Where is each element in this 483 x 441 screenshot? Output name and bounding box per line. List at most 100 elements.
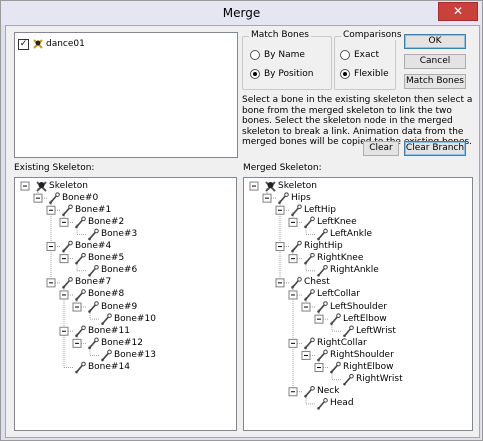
- bone-icon: [317, 264, 328, 277]
- tree-node-label[interactable]: Bone#10: [114, 314, 156, 325]
- tree-node-label[interactable]: Bone#2: [88, 217, 124, 228]
- tree-node-label[interactable]: Neck: [317, 386, 339, 397]
- tree-node-label[interactable]: Bone#7: [75, 277, 111, 288]
- ok-button[interactable]: OK: [404, 34, 466, 49]
- merge-dialog: Merge ✕ ✓ dance01 Match Bones By Name By…: [0, 0, 483, 441]
- tree-node-label[interactable]: LeftElbow: [343, 314, 387, 325]
- collapse-toggle-icon[interactable]: [46, 278, 56, 288]
- skeleton-icon: [36, 181, 47, 192]
- collapse-toggle-icon[interactable]: [33, 193, 43, 203]
- tree-node-label[interactable]: LeftKnee: [317, 217, 357, 228]
- existing-skeleton-tree[interactable]: Skeleton Bone#0 Bone#1 Bone#2 Bone#3 Bone#4 Bo…: [14, 177, 237, 431]
- collapse-toggle-icon[interactable]: [46, 242, 56, 252]
- tree-node-label[interactable]: RightCollar: [317, 338, 367, 349]
- tree-node-label[interactable]: RightAnkle: [330, 265, 379, 276]
- radio-label: By Position: [264, 69, 314, 79]
- collapse-toggle-icon[interactable]: [275, 242, 285, 252]
- tree-node-label[interactable]: Bone#11: [88, 326, 130, 337]
- collapse-toggle-icon[interactable]: [288, 290, 298, 300]
- radio-circle[interactable]: [250, 50, 260, 60]
- bone-icon: [101, 349, 112, 362]
- collapse-toggle-icon[interactable]: [288, 387, 298, 397]
- collapse-toggle-icon[interactable]: [288, 254, 298, 264]
- collapse-toggle-icon[interactable]: [20, 181, 30, 191]
- tree-node-label[interactable]: Head: [330, 398, 354, 409]
- tree-node-label[interactable]: LeftCollar: [317, 289, 360, 300]
- bone-icon: [62, 240, 73, 253]
- bone-icon: [88, 228, 99, 241]
- collapse-toggle-icon[interactable]: [59, 326, 69, 336]
- collapse-toggle-icon[interactable]: [314, 314, 324, 324]
- bone-icon: [317, 349, 328, 362]
- tree-node-label[interactable]: LeftAnkle: [330, 229, 372, 240]
- radio-circle[interactable]: [340, 69, 350, 79]
- bone-icon: [75, 216, 86, 229]
- collapse-toggle-icon[interactable]: [262, 193, 272, 203]
- comparisons-group: Comparisons Exact Flexible: [334, 30, 404, 90]
- collapse-toggle-icon[interactable]: [59, 217, 69, 227]
- source-list[interactable]: ✓ dance01: [14, 32, 238, 158]
- bone-icon: [62, 204, 73, 217]
- clear-branch-button[interactable]: Clear Branch: [404, 141, 466, 156]
- collapse-toggle-icon[interactable]: [275, 205, 285, 215]
- collapse-toggle-icon[interactable]: [59, 290, 69, 300]
- title-bar: Merge ✕: [1, 1, 482, 25]
- radio-circle[interactable]: [340, 50, 350, 60]
- tree-node-label[interactable]: Bone#4: [75, 241, 111, 252]
- tree-node-label[interactable]: RightElbow: [343, 362, 393, 373]
- collapse-toggle-icon[interactable]: [249, 181, 259, 191]
- collapse-toggle-icon[interactable]: [275, 278, 285, 288]
- item-checkbox[interactable]: ✓: [18, 38, 29, 50]
- list-item[interactable]: ✓ dance01: [18, 37, 85, 51]
- tree-node-label[interactable]: RightWrist: [356, 374, 403, 385]
- bone-icon: [330, 361, 341, 374]
- tree-node-label[interactable]: Bone#0: [62, 193, 98, 204]
- radio-exact[interactable]: Exact: [340, 50, 379, 60]
- tree-node-label[interactable]: Chest: [304, 277, 330, 288]
- collapse-toggle-icon[interactable]: [301, 350, 311, 360]
- tree-node-label[interactable]: RightHip: [304, 241, 343, 252]
- radio-label: By Name: [264, 50, 305, 60]
- tree-node-label[interactable]: LeftWrist: [356, 326, 396, 337]
- collapse-toggle-icon[interactable]: [288, 338, 298, 348]
- close-button[interactable]: ✕: [438, 2, 478, 21]
- bone-icon: [278, 192, 289, 204]
- radio-by-position[interactable]: By Position: [250, 69, 313, 79]
- tree-node-label[interactable]: Skeleton: [278, 181, 317, 192]
- tree-node-label[interactable]: Hips: [291, 193, 311, 204]
- bone-icon: [88, 337, 99, 350]
- collapse-toggle-icon[interactable]: [288, 217, 298, 227]
- radio-by-name[interactable]: By Name: [250, 50, 305, 60]
- collapse-toggle-icon[interactable]: [72, 338, 82, 348]
- tree-node-label[interactable]: Bone#13: [114, 350, 156, 361]
- tree-node-label[interactable]: Bone#12: [101, 338, 143, 349]
- tree-node-label[interactable]: RightShoulder: [330, 350, 394, 361]
- collapse-toggle-icon[interactable]: [301, 302, 311, 312]
- tree-node-label[interactable]: Bone#3: [101, 229, 137, 240]
- collapse-toggle-icon[interactable]: [59, 254, 69, 264]
- tree-node-label[interactable]: Bone#8: [88, 289, 124, 300]
- match-bones-button[interactable]: Match Bones: [404, 74, 466, 89]
- collapse-toggle-icon[interactable]: [314, 363, 324, 373]
- radio-flexible[interactable]: Flexible: [340, 69, 389, 79]
- radio-circle[interactable]: [250, 69, 260, 79]
- tree-node-label[interactable]: Bone#9: [101, 302, 137, 313]
- tree-node-label[interactable]: Skeleton: [49, 181, 88, 192]
- bone-icon: [291, 277, 302, 289]
- bone-icon: [304, 337, 315, 350]
- bone-icon: [317, 301, 328, 313]
- cancel-button[interactable]: Cancel: [404, 54, 466, 69]
- tree-node-label[interactable]: RightKnee: [317, 253, 363, 264]
- tree-node-label[interactable]: LeftShoulder: [330, 302, 387, 313]
- collapse-toggle-icon[interactable]: [72, 302, 82, 312]
- merged-skeleton-tree[interactable]: Skeleton Hips LeftHip LeftKnee LeftAnkle Righ…: [243, 177, 473, 431]
- skeleton-icon: [33, 39, 43, 49]
- tree-node-label[interactable]: LeftHip: [304, 205, 336, 216]
- list-item-label: dance01: [46, 39, 85, 49]
- tree-node-label[interactable]: Bone#14: [88, 362, 130, 373]
- tree-node-label[interactable]: Bone#1: [75, 205, 111, 216]
- clear-button[interactable]: Clear: [363, 141, 399, 156]
- tree-node-label[interactable]: Bone#6: [101, 265, 137, 276]
- tree-node-label[interactable]: Bone#5: [88, 253, 124, 264]
- collapse-toggle-icon[interactable]: [46, 205, 56, 215]
